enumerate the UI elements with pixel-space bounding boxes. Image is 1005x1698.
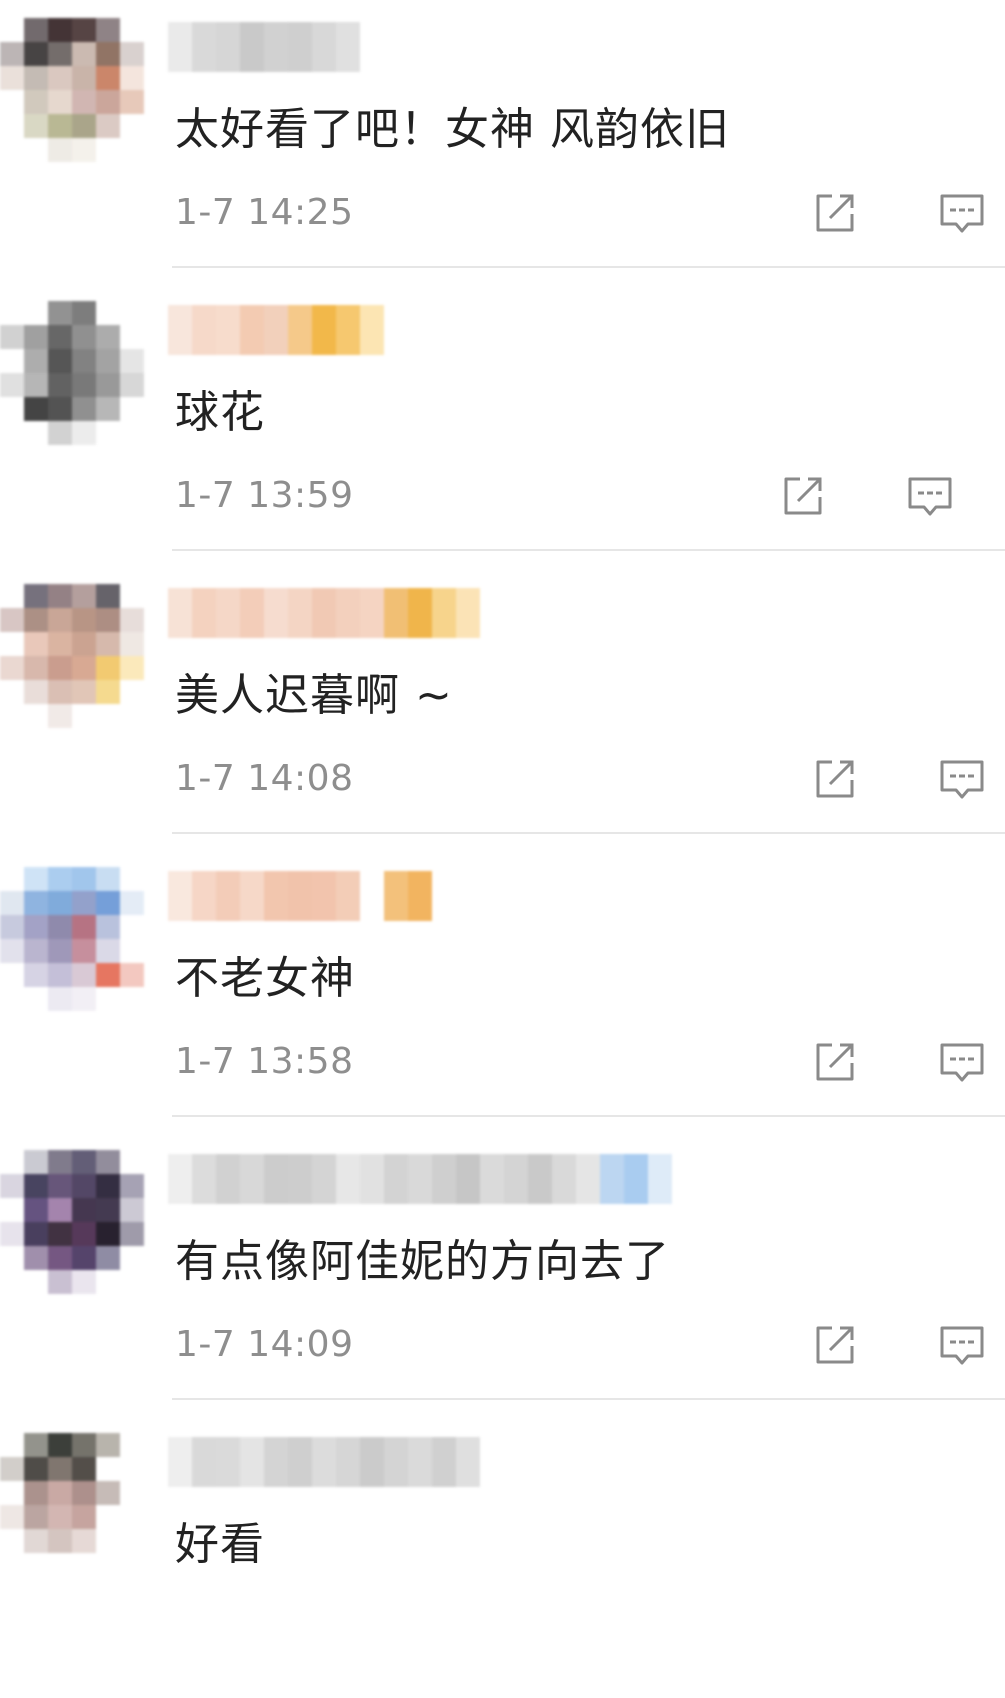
comment-text: 美人迟暮啊 ~ bbox=[175, 670, 453, 721]
avatar[interactable] bbox=[0, 584, 146, 734]
comment-text: 不老女神 bbox=[175, 953, 355, 1004]
comment-time: 1-7 13:59 bbox=[175, 475, 354, 516]
comment-item[interactable]: 不老女神 1-7 13:58 bbox=[0, 849, 1005, 1132]
comment-reply-icon[interactable] bbox=[938, 1322, 986, 1368]
avatar[interactable] bbox=[0, 301, 146, 451]
comment-reply-icon[interactable] bbox=[906, 473, 954, 519]
comment-time: 1-7 13:58 bbox=[175, 1041, 354, 1082]
comment-item[interactable]: 球花 1-7 13:59 bbox=[0, 283, 1005, 566]
share-edit-icon[interactable] bbox=[812, 756, 860, 802]
share-edit-icon[interactable] bbox=[812, 190, 860, 236]
comment-item[interactable]: 美人迟暮啊 ~ 1-7 14:08 bbox=[0, 566, 1005, 849]
divider bbox=[172, 1115, 1005, 1117]
share-edit-icon[interactable] bbox=[780, 473, 828, 519]
divider bbox=[172, 549, 1005, 551]
comment-time: 1-7 14:09 bbox=[175, 1324, 354, 1365]
avatar[interactable] bbox=[0, 18, 146, 168]
comment-text: 球花 bbox=[175, 387, 265, 438]
username-pixelated[interactable] bbox=[168, 871, 432, 921]
comment-item[interactable]: 太好看了吧！女神 风韵依旧 1-7 14:25 bbox=[0, 0, 1005, 283]
comment-reply-icon[interactable] bbox=[938, 1039, 986, 1085]
comment-item[interactable]: 有点像阿佳妮的方向去了 1-7 14:09 bbox=[0, 1132, 1005, 1415]
share-edit-icon[interactable] bbox=[812, 1039, 860, 1085]
share-edit-icon[interactable] bbox=[812, 1322, 860, 1368]
comment-text: 太好看了吧！女神 风韵依旧 bbox=[175, 104, 730, 155]
username-pixelated[interactable] bbox=[168, 305, 384, 355]
comment-time: 1-7 14:08 bbox=[175, 758, 354, 799]
username-pixelated[interactable] bbox=[168, 1437, 480, 1487]
username-pixelated[interactable] bbox=[168, 588, 480, 638]
comment-item[interactable]: 好看 bbox=[0, 1415, 1005, 1698]
comment-reply-icon[interactable] bbox=[938, 756, 986, 802]
avatar[interactable] bbox=[0, 1433, 146, 1583]
avatar[interactable] bbox=[0, 867, 146, 1017]
divider bbox=[172, 266, 1005, 268]
comment-text: 好看 bbox=[175, 1519, 265, 1570]
username-pixelated[interactable] bbox=[168, 22, 360, 72]
comment-time: 1-7 14:25 bbox=[175, 192, 354, 233]
comment-text: 有点像阿佳妮的方向去了 bbox=[175, 1236, 670, 1287]
divider bbox=[172, 1398, 1005, 1400]
comment-reply-icon[interactable] bbox=[938, 190, 986, 236]
avatar[interactable] bbox=[0, 1150, 146, 1300]
username-pixelated[interactable] bbox=[168, 1154, 672, 1204]
divider bbox=[172, 832, 1005, 834]
